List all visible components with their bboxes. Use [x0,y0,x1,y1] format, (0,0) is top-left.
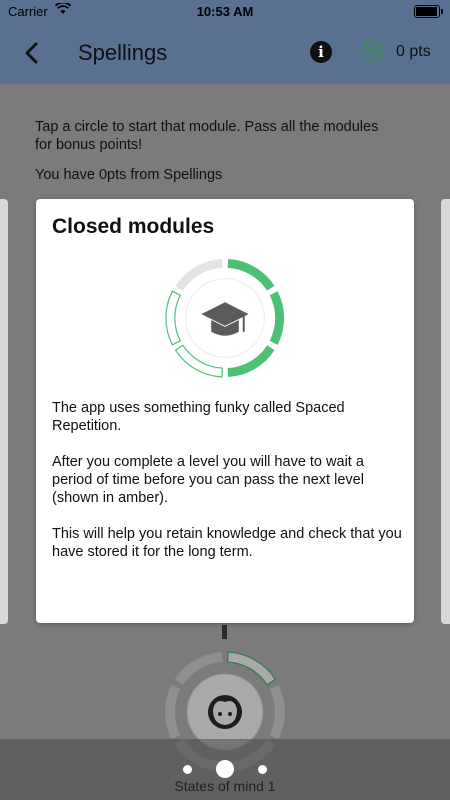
popup-paragraph: This will help you retain knowledge and … [52,526,402,560]
closed-modules-popup: Closed modules The app uses something fu… [36,199,414,623]
face-icon [208,695,242,729]
ring-segment [165,684,181,740]
intro-text: Tap a circle to start that module. Pass … [35,119,379,153]
popup-title: Closed modules [52,215,215,238]
points-grid-icon [362,40,384,62]
popup-body: The app uses something funky called Spac… [52,399,402,579]
page-dot[interactable] [182,764,192,774]
module-label: States of mind 1 [174,778,276,794]
module-connector [222,625,227,639]
popup-paragraph: After you complete a level you will have… [52,454,364,506]
page-dot[interactable] [258,764,268,774]
navigation-bar: Spellings i 0 pts [0,24,450,84]
ring-segment [269,291,285,345]
chevron-left-icon[interactable] [18,38,48,68]
clock: 10:53 AM [196,4,254,19]
info-icon[interactable]: i [310,41,332,63]
status-bar: Carrier 10:53 AM [0,0,450,24]
next-card[interactable] [441,199,450,624]
ring-segment [165,290,182,346]
ring-segment [269,684,285,740]
progress-ring [165,259,285,378]
previous-card[interactable] [0,199,8,624]
points-label: 0 pts [396,43,431,60]
score-text: You have 0pts from Spellings [35,167,223,183]
popup-paragraph: The app uses something funky called Spac… [52,400,345,434]
page-title: Spellings [78,40,168,65]
battery-icon [414,5,443,18]
page-dot-active[interactable] [216,760,234,778]
